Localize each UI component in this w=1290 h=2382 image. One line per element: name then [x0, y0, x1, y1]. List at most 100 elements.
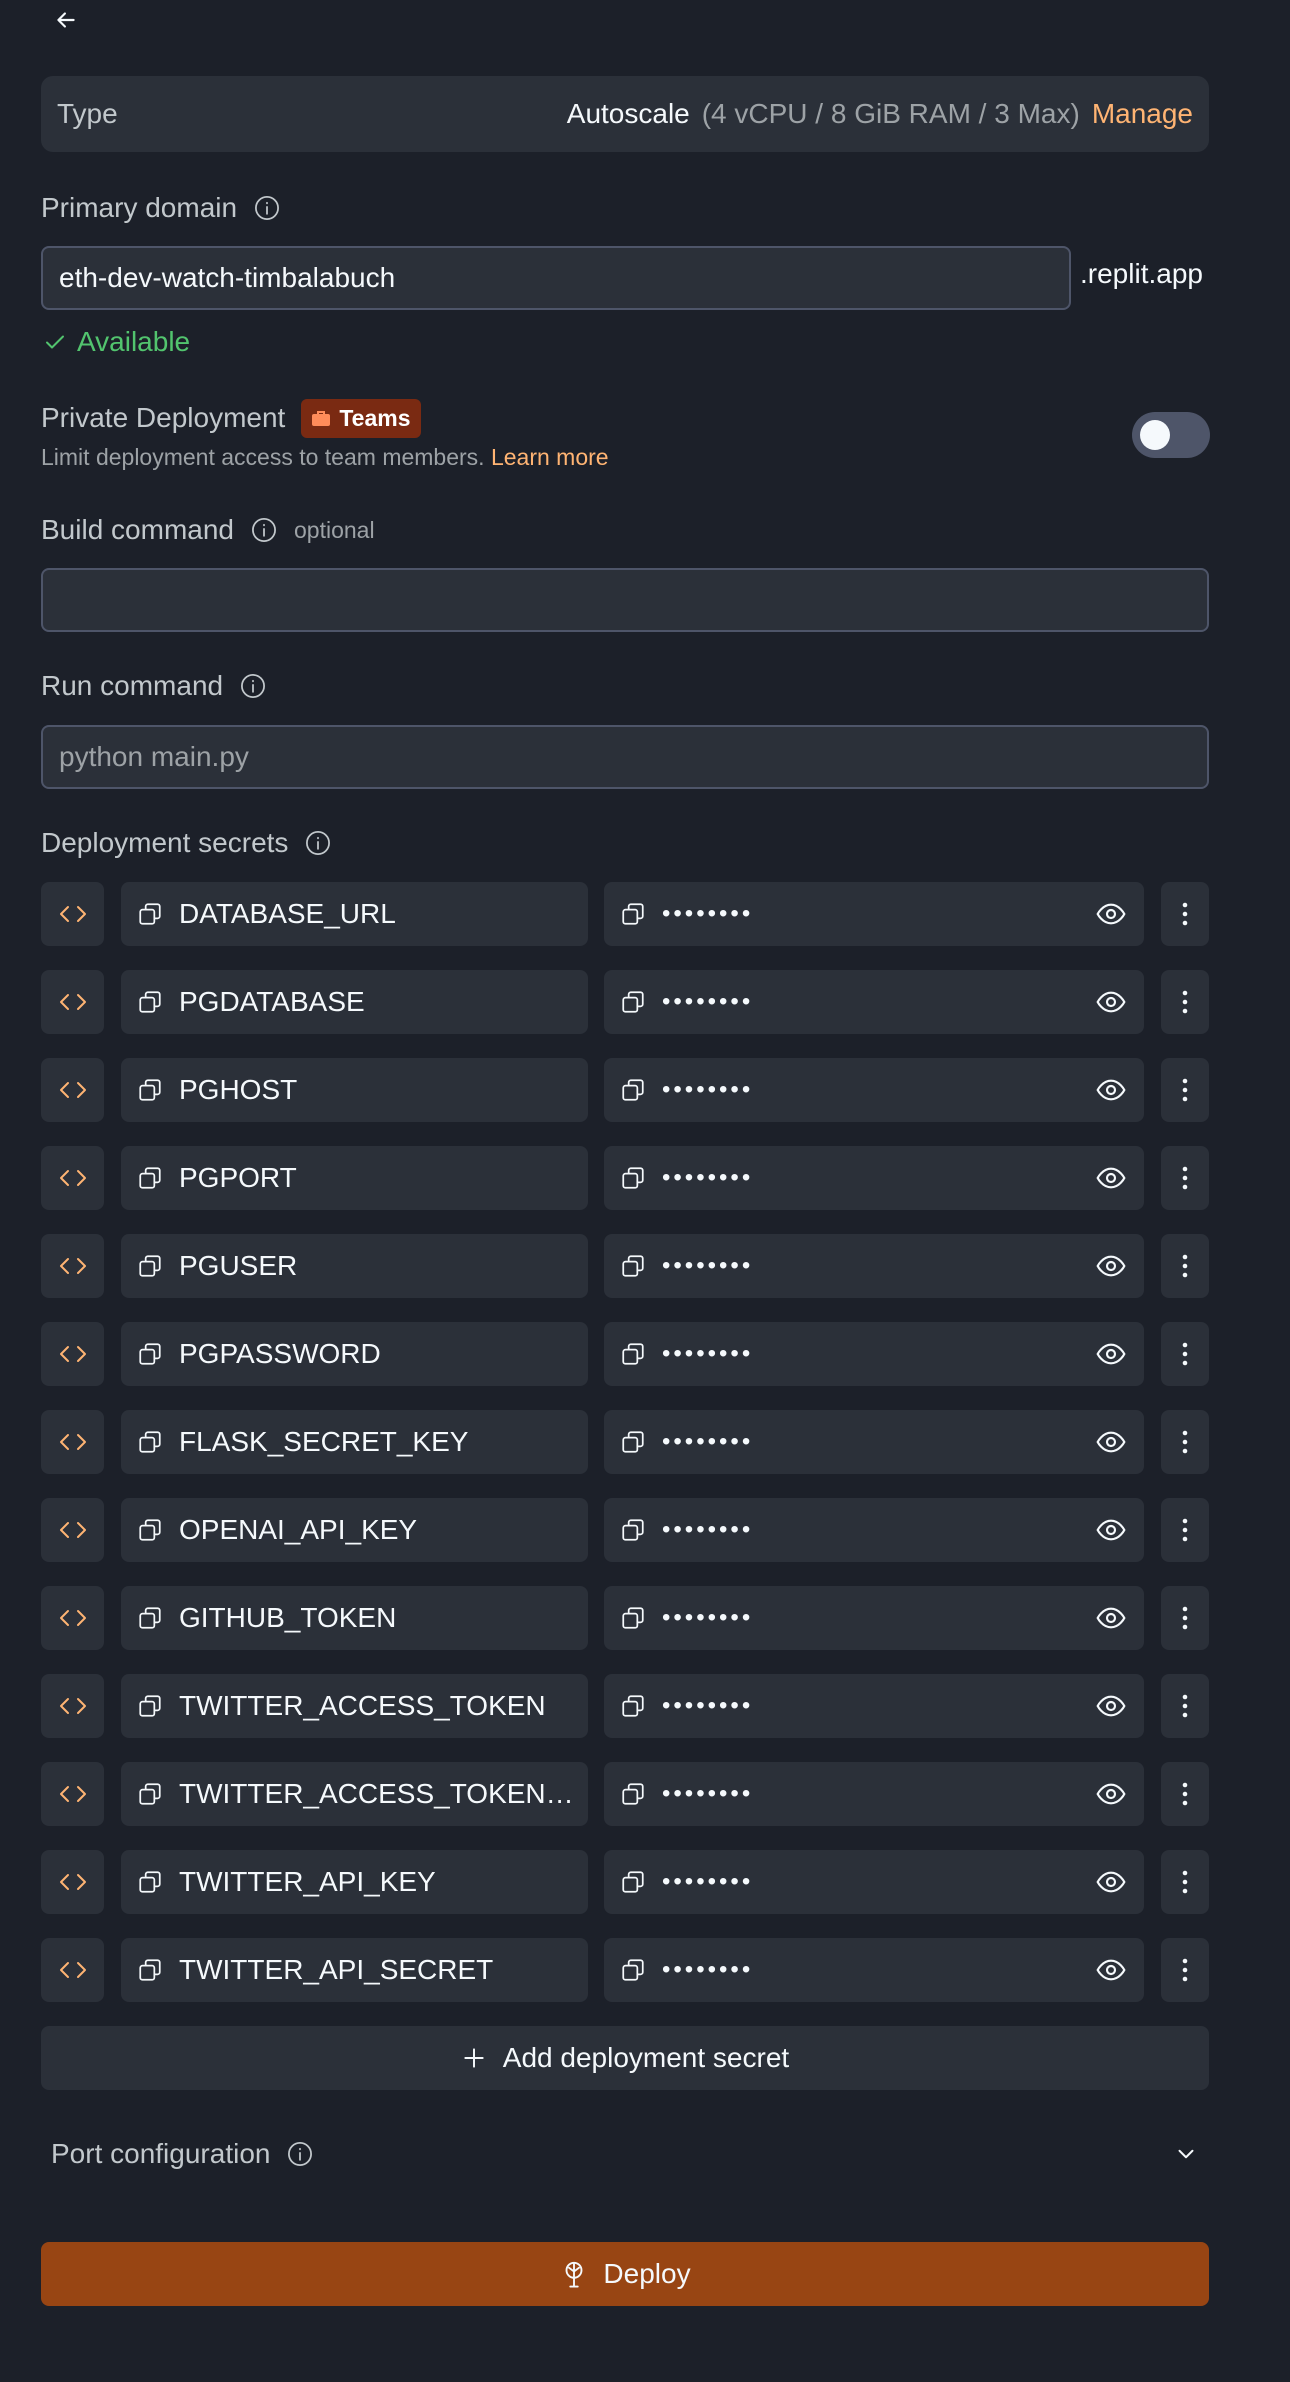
secret-menu-button[interactable]: [1161, 1674, 1209, 1738]
secret-value-field[interactable]: ••••••••: [604, 970, 1144, 1034]
copy-icon[interactable]: [620, 1077, 646, 1103]
learn-more-link[interactable]: Learn more: [491, 444, 609, 470]
secret-menu-button[interactable]: [1161, 1058, 1209, 1122]
copy-icon[interactable]: [620, 901, 646, 927]
copy-icon[interactable]: [620, 1957, 646, 1983]
primary-domain-input[interactable]: eth-dev-watch-timbalabuch: [41, 246, 1071, 310]
info-icon[interactable]: [286, 2140, 314, 2168]
secret-type-button[interactable]: [41, 1322, 104, 1386]
port-configuration-toggle[interactable]: Port configuration: [41, 2130, 1209, 2178]
eye-icon[interactable]: [1094, 986, 1128, 1018]
eye-icon[interactable]: [1094, 1514, 1128, 1546]
secret-value-field[interactable]: ••••••••: [604, 1674, 1144, 1738]
copy-icon[interactable]: [620, 1253, 646, 1279]
run-command-input[interactable]: python main.py: [41, 725, 1209, 789]
secret-key-field[interactable]: OPENAI_API_KEY: [121, 1498, 588, 1562]
copy-icon[interactable]: [137, 1165, 163, 1191]
copy-icon[interactable]: [620, 1605, 646, 1631]
private-deployment-toggle[interactable]: [1132, 412, 1210, 458]
secret-type-button[interactable]: [41, 1410, 104, 1474]
secret-type-button[interactable]: [41, 1058, 104, 1122]
secret-key-field[interactable]: PGHOST: [121, 1058, 588, 1122]
copy-icon[interactable]: [620, 1341, 646, 1367]
copy-icon[interactable]: [620, 1781, 646, 1807]
copy-icon[interactable]: [137, 1341, 163, 1367]
info-icon[interactable]: [239, 672, 267, 700]
secret-menu-button[interactable]: [1161, 1410, 1209, 1474]
eye-icon[interactable]: [1094, 1778, 1128, 1810]
secret-key-field[interactable]: PGPASSWORD: [121, 1322, 588, 1386]
copy-icon[interactable]: [137, 901, 163, 927]
secret-menu-button[interactable]: [1161, 1938, 1209, 2002]
secret-value-field[interactable]: ••••••••: [604, 1850, 1144, 1914]
secret-type-button[interactable]: [41, 882, 104, 946]
secret-value-field[interactable]: ••••••••: [604, 882, 1144, 946]
secret-key-field[interactable]: TWITTER_ACCESS_TOKEN_S...: [121, 1762, 588, 1826]
secret-menu-button[interactable]: [1161, 1762, 1209, 1826]
eye-icon[interactable]: [1094, 1954, 1128, 1986]
copy-icon[interactable]: [137, 1253, 163, 1279]
secret-menu-button[interactable]: [1161, 1586, 1209, 1650]
secret-type-button[interactable]: [41, 1586, 104, 1650]
back-button[interactable]: [44, 0, 88, 40]
secret-key-field[interactable]: FLASK_SECRET_KEY: [121, 1410, 588, 1474]
secret-key-field[interactable]: PGUSER: [121, 1234, 588, 1298]
secret-value-field[interactable]: ••••••••: [604, 1762, 1144, 1826]
eye-icon[interactable]: [1094, 1866, 1128, 1898]
secret-value-field[interactable]: ••••••••: [604, 1234, 1144, 1298]
secret-menu-button[interactable]: [1161, 1234, 1209, 1298]
secret-value-field[interactable]: ••••••••: [604, 1938, 1144, 2002]
info-icon[interactable]: [304, 829, 332, 857]
secret-value-field[interactable]: ••••••••: [604, 1322, 1144, 1386]
secret-type-button[interactable]: [41, 1938, 104, 2002]
copy-icon[interactable]: [137, 1781, 163, 1807]
secret-key-field[interactable]: DATABASE_URL: [121, 882, 588, 946]
copy-icon[interactable]: [137, 1693, 163, 1719]
secret-key-field[interactable]: TWITTER_API_SECRET: [121, 1938, 588, 2002]
eye-icon[interactable]: [1094, 1602, 1128, 1634]
copy-icon[interactable]: [137, 1077, 163, 1103]
build-command-input[interactable]: [41, 568, 1209, 632]
eye-icon[interactable]: [1094, 1074, 1128, 1106]
secret-type-button[interactable]: [41, 1498, 104, 1562]
secret-type-button[interactable]: [41, 1234, 104, 1298]
secret-type-button[interactable]: [41, 1146, 104, 1210]
copy-icon[interactable]: [620, 1165, 646, 1191]
manage-link[interactable]: Manage: [1092, 98, 1193, 130]
add-deployment-secret-button[interactable]: Add deployment secret: [41, 2026, 1209, 2090]
secret-menu-button[interactable]: [1161, 1322, 1209, 1386]
copy-icon[interactable]: [620, 1869, 646, 1895]
secret-menu-button[interactable]: [1161, 970, 1209, 1034]
copy-icon[interactable]: [137, 1605, 163, 1631]
eye-icon[interactable]: [1094, 1338, 1128, 1370]
copy-icon[interactable]: [620, 1693, 646, 1719]
secret-value-field[interactable]: ••••••••: [604, 1498, 1144, 1562]
secret-menu-button[interactable]: [1161, 1850, 1209, 1914]
copy-icon[interactable]: [620, 1429, 646, 1455]
secret-value-field[interactable]: ••••••••: [604, 1410, 1144, 1474]
secret-type-button[interactable]: [41, 1762, 104, 1826]
secret-type-button[interactable]: [41, 1674, 104, 1738]
secret-menu-button[interactable]: [1161, 1146, 1209, 1210]
secret-key-field[interactable]: GITHUB_TOKEN: [121, 1586, 588, 1650]
copy-icon[interactable]: [137, 1517, 163, 1543]
eye-icon[interactable]: [1094, 898, 1128, 930]
secret-key-field[interactable]: PGPORT: [121, 1146, 588, 1210]
info-icon[interactable]: [250, 516, 278, 544]
copy-icon[interactable]: [137, 1957, 163, 1983]
eye-icon[interactable]: [1094, 1426, 1128, 1458]
secret-key-field[interactable]: TWITTER_API_KEY: [121, 1850, 588, 1914]
secret-value-field[interactable]: ••••••••: [604, 1058, 1144, 1122]
secret-type-button[interactable]: [41, 970, 104, 1034]
copy-icon[interactable]: [137, 989, 163, 1015]
eye-icon[interactable]: [1094, 1690, 1128, 1722]
secret-key-field[interactable]: PGDATABASE: [121, 970, 588, 1034]
eye-icon[interactable]: [1094, 1162, 1128, 1194]
secret-value-field[interactable]: ••••••••: [604, 1586, 1144, 1650]
secret-key-field[interactable]: TWITTER_ACCESS_TOKEN: [121, 1674, 588, 1738]
secret-menu-button[interactable]: [1161, 882, 1209, 946]
copy-icon[interactable]: [137, 1429, 163, 1455]
copy-icon[interactable]: [137, 1869, 163, 1895]
info-icon[interactable]: [253, 194, 281, 222]
deploy-button[interactable]: Deploy: [41, 2242, 1209, 2306]
